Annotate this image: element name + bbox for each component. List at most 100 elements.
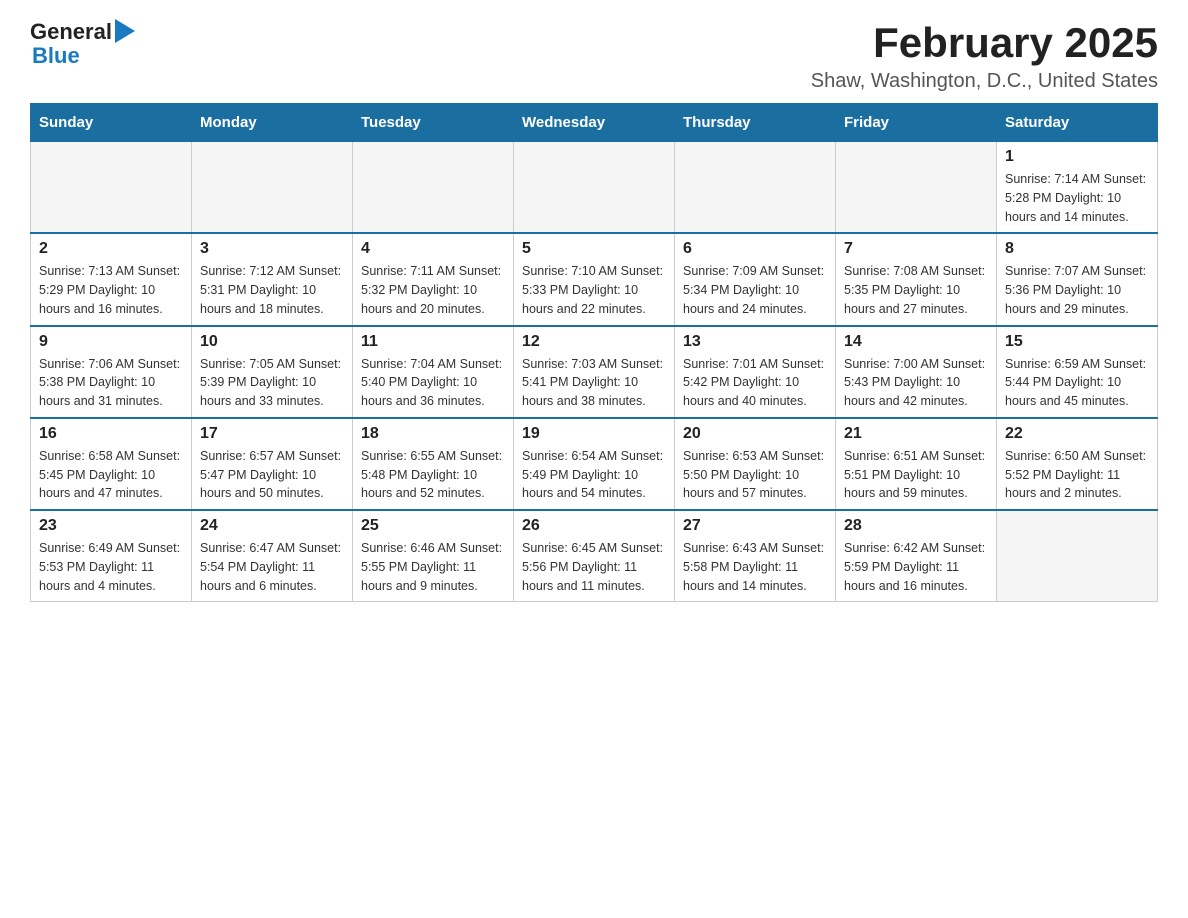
table-row — [353, 142, 514, 234]
table-row: 11Sunrise: 7:04 AM Sunset: 5:40 PM Dayli… — [353, 326, 514, 418]
day-info: Sunrise: 6:42 AM Sunset: 5:59 PM Dayligh… — [844, 539, 988, 595]
table-row — [192, 142, 353, 234]
day-info: Sunrise: 6:55 AM Sunset: 5:48 PM Dayligh… — [361, 447, 505, 503]
day-number: 17 — [200, 425, 344, 443]
table-row: 1Sunrise: 7:14 AM Sunset: 5:28 PM Daylig… — [997, 142, 1158, 234]
table-row: 12 Sunrise: 7:03 AM Sunset: 5:41 PM Dayli… — [514, 326, 675, 418]
col-tuesday: Tuesday — [353, 104, 514, 142]
logo-text-general: General — [30, 20, 112, 44]
col-friday: Friday — [836, 104, 997, 142]
day-number: 4 — [361, 240, 505, 258]
day-info: Sunrise: 7:10 AM Sunset: 5:33 PM Dayligh… — [522, 262, 666, 318]
table-row: 10 Sunrise: 7:05 AM Sunset: 5:39 PM Dayli… — [192, 326, 353, 418]
day-info: Sunrise: 7:03 AM Sunset: 5:41 PM Dayligh… — [522, 355, 666, 411]
day-number: 20 — [683, 425, 827, 443]
table-row: 2 Sunrise: 7:13 AM Sunset: 5:29 PM Daylig… — [31, 233, 192, 325]
day-number: 6 — [683, 240, 827, 258]
calendar-header-row: Sunday Monday Tuesday Wednesday Thursday… — [31, 104, 1158, 142]
day-info: Sunrise: 6:50 AM Sunset: 5:52 PM Dayligh… — [1005, 447, 1149, 503]
day-info: Sunrise: 7:13 AM Sunset: 5:29 PM Dayligh… — [39, 262, 183, 318]
table-row — [31, 142, 192, 234]
table-row: 22 Sunrise: 6:50 AM Sunset: 5:52 PM Dayli… — [997, 418, 1158, 510]
day-info: Sunrise: 7:05 AM Sunset: 5:39 PM Dayligh… — [200, 355, 344, 411]
table-row: 20 Sunrise: 6:53 AM Sunset: 5:50 PM Dayli… — [675, 418, 836, 510]
table-row: 5 Sunrise: 7:10 AM Sunset: 5:33 PM Daylig… — [514, 233, 675, 325]
table-row: 23 Sunrise: 6:49 AM Sunset: 5:53 PM Dayli… — [31, 510, 192, 602]
day-info: Sunrise: 6:46 AM Sunset: 5:55 PM Dayligh… — [361, 539, 505, 595]
table-row: 15 Sunrise: 6:59 AM Sunset: 5:44 PM Dayli… — [997, 326, 1158, 418]
table-row — [836, 142, 997, 234]
day-info: Sunrise: 6:43 AM Sunset: 5:58 PM Dayligh… — [683, 539, 827, 595]
day-info: Sunrise: 6:49 AM Sunset: 5:53 PM Dayligh… — [39, 539, 183, 595]
day-number: 16 — [39, 425, 183, 443]
table-row: 14 Sunrise: 7:00 AM Sunset: 5:43 PM Dayli… — [836, 326, 997, 418]
table-row: 18 Sunrise: 6:55 AM Sunset: 5:48 PM Dayli… — [353, 418, 514, 510]
logo: General Blue — [30, 20, 135, 68]
table-row: 17 Sunrise: 6:57 AM Sunset: 5:47 PM Dayli… — [192, 418, 353, 510]
calendar-week-row: 1Sunrise: 7:14 AM Sunset: 5:28 PM Daylig… — [31, 142, 1158, 234]
day-info: Sunrise: 6:57 AM Sunset: 5:47 PM Dayligh… — [200, 447, 344, 503]
day-info: Sunrise: 7:00 AM Sunset: 5:43 PM Dayligh… — [844, 355, 988, 411]
table-row: 7 Sunrise: 7:08 AM Sunset: 5:35 PM Daylig… — [836, 233, 997, 325]
calendar-week-row: 2 Sunrise: 7:13 AM Sunset: 5:29 PM Daylig… — [31, 233, 1158, 325]
day-info: Sunrise: 7:07 AM Sunset: 5:36 PM Dayligh… — [1005, 262, 1149, 318]
table-row: 28 Sunrise: 6:42 AM Sunset: 5:59 PM Dayli… — [836, 510, 997, 602]
day-info: Sunrise: 6:59 AM Sunset: 5:44 PM Dayligh… — [1005, 355, 1149, 411]
day-number: 27 — [683, 517, 827, 535]
day-info: Sunrise: 6:58 AM Sunset: 5:45 PM Dayligh… — [39, 447, 183, 503]
day-number: 13 — [683, 333, 827, 351]
page-header: General Blue February 2025 Shaw, Washing… — [30, 20, 1158, 93]
day-info: Sunrise: 6:54 AM Sunset: 5:49 PM Dayligh… — [522, 447, 666, 503]
day-number: 1 — [1005, 148, 1149, 166]
day-info: Sunrise: 7:11 AM Sunset: 5:32 PM Dayligh… — [361, 262, 505, 318]
table-row — [514, 142, 675, 234]
calendar-week-row: 16 Sunrise: 6:58 AM Sunset: 5:45 PM Dayli… — [31, 418, 1158, 510]
logo-wordmark: General Blue — [30, 20, 135, 68]
day-number: 2 — [39, 240, 183, 258]
day-number: 19 — [522, 425, 666, 443]
col-sunday: Sunday — [31, 104, 192, 142]
logo-text-blue: Blue — [32, 44, 80, 68]
calendar-week-row: 9 Sunrise: 7:06 AM Sunset: 5:38 PM Daylig… — [31, 326, 1158, 418]
table-row: 24 Sunrise: 6:47 AM Sunset: 5:54 PM Dayli… — [192, 510, 353, 602]
day-number: 7 — [844, 240, 988, 258]
day-number: 18 — [361, 425, 505, 443]
day-info: Sunrise: 7:06 AM Sunset: 5:38 PM Dayligh… — [39, 355, 183, 411]
table-row: 6Sunrise: 7:09 AM Sunset: 5:34 PM Daylig… — [675, 233, 836, 325]
day-number: 28 — [844, 517, 988, 535]
day-number: 24 — [200, 517, 344, 535]
col-monday: Monday — [192, 104, 353, 142]
col-wednesday: Wednesday — [514, 104, 675, 142]
calendar-table: Sunday Monday Tuesday Wednesday Thursday… — [30, 103, 1158, 602]
day-number: 14 — [844, 333, 988, 351]
table-row — [997, 510, 1158, 602]
calendar-subtitle: Shaw, Washington, D.C., United States — [811, 70, 1158, 93]
table-row: 26Sunrise: 6:45 AM Sunset: 5:56 PM Dayli… — [514, 510, 675, 602]
table-row — [675, 142, 836, 234]
calendar-week-row: 23 Sunrise: 6:49 AM Sunset: 5:53 PM Dayli… — [31, 510, 1158, 602]
day-number: 12 — [522, 333, 666, 351]
table-row: 19 Sunrise: 6:54 AM Sunset: 5:49 PM Dayli… — [514, 418, 675, 510]
day-number: 5 — [522, 240, 666, 258]
day-number: 8 — [1005, 240, 1149, 258]
day-number: 3 — [200, 240, 344, 258]
day-number: 15 — [1005, 333, 1149, 351]
table-row: 8 Sunrise: 7:07 AM Sunset: 5:36 PM Daylig… — [997, 233, 1158, 325]
calendar-title: February 2025 — [811, 20, 1158, 66]
table-row: 25 Sunrise: 6:46 AM Sunset: 5:55 PM Dayli… — [353, 510, 514, 602]
table-row: 13Sunrise: 7:01 AM Sunset: 5:42 PM Dayli… — [675, 326, 836, 418]
day-number: 25 — [361, 517, 505, 535]
day-info: Sunrise: 6:47 AM Sunset: 5:54 PM Dayligh… — [200, 539, 344, 595]
col-saturday: Saturday — [997, 104, 1158, 142]
col-thursday: Thursday — [675, 104, 836, 142]
day-number: 11 — [361, 333, 505, 351]
table-row: 21Sunrise: 6:51 AM Sunset: 5:51 PM Dayli… — [836, 418, 997, 510]
day-number: 10 — [200, 333, 344, 351]
day-number: 22 — [1005, 425, 1149, 443]
day-info: Sunrise: 7:08 AM Sunset: 5:35 PM Dayligh… — [844, 262, 988, 318]
day-info: Sunrise: 6:51 AM Sunset: 5:51 PM Dayligh… — [844, 447, 988, 503]
day-number: 23 — [39, 517, 183, 535]
day-number: 9 — [39, 333, 183, 351]
table-row: 4 Sunrise: 7:11 AM Sunset: 5:32 PM Daylig… — [353, 233, 514, 325]
day-info: Sunrise: 6:53 AM Sunset: 5:50 PM Dayligh… — [683, 447, 827, 503]
